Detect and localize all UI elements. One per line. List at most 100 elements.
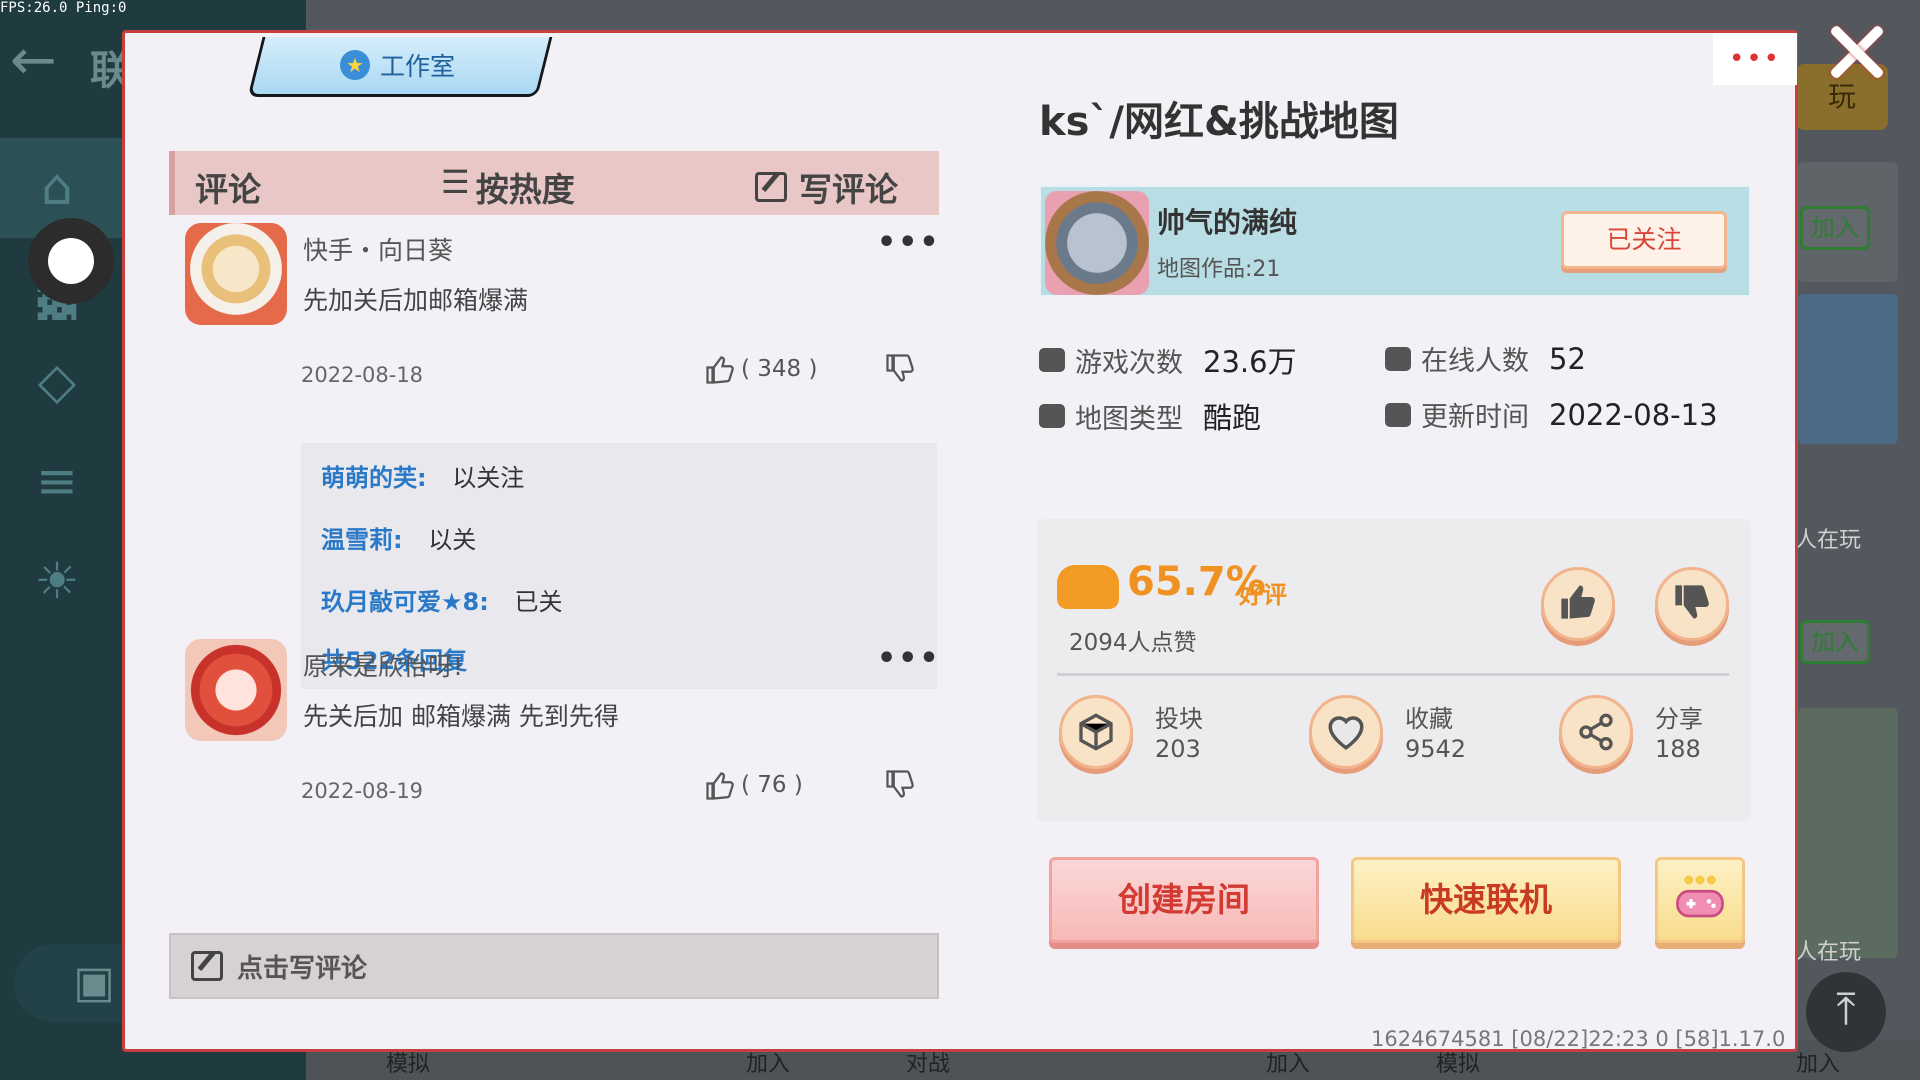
thumbs-down-icon bbox=[1672, 582, 1712, 626]
map-type-icon bbox=[1039, 404, 1065, 428]
edit-icon bbox=[191, 951, 223, 981]
author-works: 地图作品:21 bbox=[1157, 257, 1281, 282]
like-map-button[interactable] bbox=[1541, 567, 1615, 641]
stat-plays: 游戏次数 23.6万 bbox=[1039, 339, 1297, 381]
avatar[interactable] bbox=[185, 639, 287, 741]
star-icon: ★ bbox=[340, 50, 370, 80]
background-join-button[interactable]: 加入 bbox=[1800, 620, 1870, 664]
stat-update-label: 更新时间 bbox=[1421, 402, 1529, 433]
write-comment-button[interactable]: 写评论 bbox=[755, 163, 898, 211]
sort-by-hot-button[interactable]: ☰ 按热度 bbox=[441, 163, 575, 211]
dislike-map-button[interactable] bbox=[1655, 567, 1729, 641]
divider bbox=[1057, 673, 1729, 676]
reply-author[interactable]: 萌萌的芙: bbox=[321, 464, 427, 492]
sort-icon: ☰ bbox=[441, 163, 470, 201]
action-share[interactable]: 分享 188 bbox=[1559, 695, 1779, 775]
author-name[interactable]: 帅气的满纯 bbox=[1157, 201, 1297, 241]
studio-tab[interactable]: ★ 工作室 bbox=[340, 47, 455, 83]
comment-author[interactable]: 快手・向日葵 bbox=[303, 231, 453, 267]
action-favorite[interactable]: 收藏 9542 bbox=[1309, 695, 1529, 775]
comments-title: 评论 bbox=[195, 170, 261, 209]
reply-author[interactable]: 温雪莉: bbox=[321, 526, 403, 554]
action-value: 9542 bbox=[1405, 735, 1467, 763]
close-icon[interactable] bbox=[1826, 22, 1886, 82]
comment-dislike-button[interactable] bbox=[885, 769, 914, 803]
layers-icon[interactable]: ≡ bbox=[26, 450, 88, 512]
comment-like-button[interactable]: ( 76 ) bbox=[705, 771, 803, 800]
gamepad-button[interactable] bbox=[1655, 857, 1745, 943]
reply-author[interactable]: 玖月敲可爱★8: bbox=[321, 588, 489, 616]
comment-like-count: ( 348 ) bbox=[741, 356, 818, 382]
quick-play-button[interactable]: 快速联机 bbox=[1351, 857, 1621, 943]
stat-type-value: 酷跑 bbox=[1203, 401, 1262, 435]
stat-online-value: 52 bbox=[1549, 341, 1586, 376]
comment-date: 2022-08-18 bbox=[301, 363, 424, 387]
background-card bbox=[1798, 294, 1898, 444]
thumbs-up-icon bbox=[1558, 582, 1598, 626]
reply-text: 以关注 bbox=[452, 464, 525, 492]
comment-text: 先加关后加邮箱爆满 bbox=[303, 286, 529, 315]
block-icon bbox=[1059, 695, 1133, 769]
background-playing-label: 人在玩 bbox=[1795, 940, 1862, 965]
stat-plays-label: 游戏次数 bbox=[1075, 347, 1183, 379]
create-room-button[interactable]: 创建房间 bbox=[1049, 857, 1319, 943]
sort-label: 按热度 bbox=[475, 170, 575, 209]
avatar[interactable] bbox=[1045, 191, 1149, 295]
comment-author[interactable]: 原来是欣怡呀! bbox=[303, 647, 463, 683]
gamepad-icon bbox=[1673, 871, 1727, 929]
background-card bbox=[1798, 708, 1898, 958]
action-throw-block[interactable]: 投块 203 bbox=[1059, 695, 1279, 775]
stat-type: 地图类型 酷跑 bbox=[1039, 395, 1261, 437]
gamepad-icon bbox=[1039, 348, 1065, 372]
background-join-button[interactable]: 加入 bbox=[1800, 206, 1870, 250]
thumbs-up-icon bbox=[705, 771, 734, 800]
action-label: 收藏 bbox=[1405, 705, 1453, 733]
comments-header: 评论 ☰ 按热度 写评论 bbox=[169, 151, 939, 215]
fps-counter: FPS:26.0 Ping:0 bbox=[0, 0, 127, 16]
stat-online: 在线人数 52 bbox=[1385, 339, 1586, 378]
scroll-top-icon[interactable]: ⤒ bbox=[1806, 972, 1886, 1052]
share-icon bbox=[1559, 695, 1633, 769]
thumbs-down-icon bbox=[885, 769, 914, 798]
reply-item[interactable]: 玖月敲可爱★8: 已关 bbox=[321, 577, 917, 639]
comment-more-button[interactable]: ••• bbox=[877, 641, 941, 676]
write-comment-input[interactable]: 点击写评论 bbox=[169, 933, 939, 999]
avatar[interactable] bbox=[185, 223, 287, 325]
action-value: 188 bbox=[1655, 735, 1701, 763]
stat-plays-value: 23.6万 bbox=[1203, 345, 1297, 379]
write-comment-label: 写评论 bbox=[799, 170, 898, 209]
comment-more-button[interactable]: ••• bbox=[877, 225, 941, 260]
rating-face-icon bbox=[1057, 565, 1119, 609]
comment-like-count: ( 76 ) bbox=[741, 772, 803, 798]
update-icon bbox=[1385, 402, 1411, 427]
action-label: 投块 bbox=[1155, 705, 1203, 733]
comment-like-button[interactable]: ( 348 ) bbox=[705, 355, 818, 384]
reply-text: 已关 bbox=[514, 588, 563, 616]
action-label: 分享 bbox=[1655, 705, 1703, 733]
studio-tab-label: 工作室 bbox=[380, 52, 456, 81]
back-arrow-icon[interactable]: ← bbox=[10, 28, 57, 93]
online-users-icon bbox=[1385, 346, 1411, 371]
map-title: ks`/网红&挑战地图 bbox=[1039, 99, 1399, 145]
floating-assist-button[interactable] bbox=[28, 218, 114, 304]
comment-date: 2022-08-19 bbox=[301, 779, 424, 803]
reply-item[interactable]: 萌萌的芙: 以关注 bbox=[321, 453, 917, 515]
more-options-button[interactable]: ••• bbox=[1713, 33, 1797, 85]
thumbs-up-icon bbox=[705, 355, 734, 384]
edit-icon bbox=[755, 172, 787, 202]
background-playing-label: 人在玩 bbox=[1795, 528, 1862, 553]
map-detail-modal: ★ 工作室 评论 ☰ 按热度 写评论 快手・向日葵 先加关后加邮箱爆满 ••• … bbox=[122, 30, 1798, 1052]
follow-button[interactable]: 已关注 bbox=[1561, 211, 1727, 269]
heart-icon bbox=[1309, 695, 1383, 769]
comment-dislike-button[interactable] bbox=[885, 353, 914, 387]
reply-item[interactable]: 温雪莉: 以关 bbox=[321, 515, 917, 577]
stat-update: 更新时间 2022-08-13 bbox=[1385, 395, 1718, 434]
diamond-icon[interactable]: ◇ bbox=[26, 350, 88, 412]
rating-panel: 65.7% 好评 2094人点赞 投块 203 收藏 9542 分享 188 bbox=[1037, 519, 1751, 821]
rating-good-label: 好评 bbox=[1239, 581, 1287, 609]
bulb-icon[interactable]: ☀ bbox=[26, 550, 88, 612]
background-bottom-label[interactable]: 加入 bbox=[1796, 1046, 1840, 1078]
stat-online-label: 在线人数 bbox=[1421, 346, 1529, 377]
home-icon: ⌂ bbox=[41, 158, 73, 216]
write-comment-placeholder: 点击写评论 bbox=[237, 953, 368, 984]
